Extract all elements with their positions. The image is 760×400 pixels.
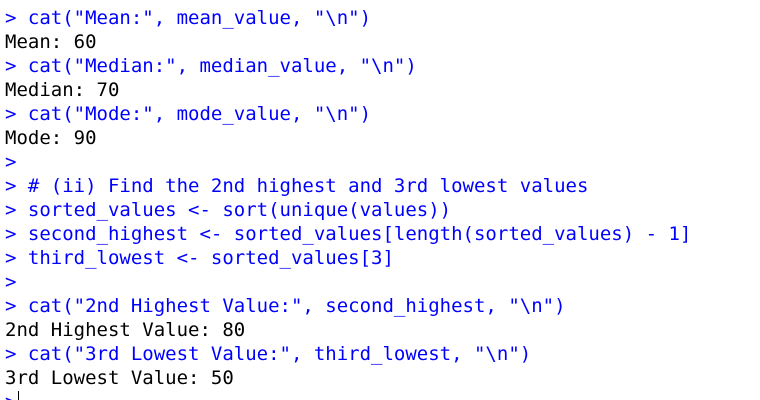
console-output-line: Mean: 60: [5, 31, 97, 53]
console-input-line: >: [5, 151, 17, 173]
console-input-line: > third_lowest <- sorted_values[3]: [5, 247, 394, 269]
console-prompt: >: [5, 391, 16, 400]
console-input-line: > sorted_values <- sort(unique(values)): [5, 199, 452, 221]
console-input-line: > cat("2nd Highest Value:", second_highe…: [5, 295, 566, 317]
console-output-line: Median: 70: [5, 79, 120, 101]
console-output-line: 2nd Highest Value: 80: [5, 319, 246, 341]
console-input-line: > cat("Mode:", mode_value, "\n"): [5, 103, 372, 125]
console-input-line: > second_highest <- sorted_values[length…: [5, 223, 692, 245]
text-cursor: [18, 391, 20, 400]
r-console[interactable]: > cat("Mean:", mean_value, "\n") Mean: 6…: [0, 0, 760, 400]
console-input-line: >: [5, 271, 17, 293]
console-prompt-line[interactable]: >: [5, 390, 760, 400]
console-output-line: 3rd Lowest Value: 50: [5, 367, 234, 389]
console-input-line: > cat("Mean:", mean_value, "\n"): [5, 7, 372, 29]
console-input-line: > cat("Median:", median_value, "\n"): [5, 55, 417, 77]
console-input-line: > # (ii) Find the 2nd highest and 3rd lo…: [5, 175, 589, 197]
console-input-line: > cat("3rd Lowest Value:", third_lowest,…: [5, 343, 532, 365]
console-output-line: Mode: 90: [5, 127, 97, 149]
